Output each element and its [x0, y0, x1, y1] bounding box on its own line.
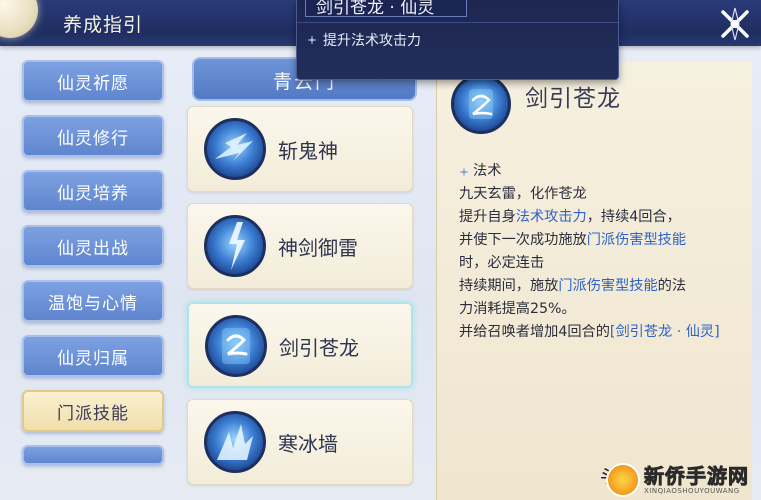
section-label: 法术 — [473, 163, 502, 179]
watermark-text: 新侨手游网 — [644, 464, 749, 488]
desc-line: 并给召唤者增加4回合的[剑引苍龙 · 仙灵] — [459, 324, 720, 340]
sidebar-item-label: 仙灵归属 — [57, 348, 129, 369]
site-watermark: 新侨手游网 XINQIAOSHOUYOUWANG — [606, 460, 761, 500]
sparkle-icon — [459, 166, 469, 177]
desc-line: 九天玄雷，化作苍龙 — [459, 186, 587, 202]
sidebar-item-sect-skills[interactable]: 门派技能 — [22, 390, 164, 432]
tooltip-item-label: 提升法术攻击力 — [323, 33, 421, 49]
moon-ornament — [0, 0, 38, 38]
watermark-subtext: XINQIAOSHOUYOUWANG — [644, 487, 740, 495]
skill-description: 法术 九天玄雷，化作苍龙 提升自身法术攻击力，持续4回合， 并使下一次成功施放门… — [459, 160, 751, 344]
watermark-logo-icon — [606, 463, 640, 497]
dragon-sigil-icon — [451, 74, 511, 134]
page-title: 养成指引 — [63, 14, 144, 36]
ice-wall-icon — [204, 411, 266, 473]
close-icon — [721, 7, 749, 41]
sidebar-item-label: 仙灵出战 — [57, 238, 129, 259]
tooltip-title-frame: 剑引苍龙 · 仙灵 — [305, 0, 467, 17]
dragon-sigil-icon — [205, 315, 267, 377]
desc-line: 时，必定连击 — [459, 255, 545, 271]
sidebar-item-more[interactable] — [22, 445, 164, 465]
sidebar-item-cultivate[interactable]: 仙灵培养 — [22, 170, 164, 212]
tooltip-title: 剑引苍龙 · 仙灵 — [316, 0, 435, 17]
sidebar-item-label: 仙灵修行 — [57, 128, 129, 149]
sidebar-item-mood[interactable]: 温饱与心情 — [22, 280, 164, 322]
sidebar-item-label: 温饱与心情 — [48, 293, 138, 314]
skill-card-zhanguishen[interactable]: 斩鬼神 — [187, 106, 413, 192]
keyword-highlight: 法术攻击力 — [515, 209, 587, 225]
sidebar-item-label: 仙灵培养 — [57, 183, 129, 204]
sidebar: 仙灵祈愿 仙灵修行 仙灵培养 仙灵出战 温饱与心情 仙灵归属 门派技能 — [10, 50, 180, 500]
skill-detail-panel: 剑引苍龙 法术 九天玄雷，化作苍龙 提升自身法术攻击力，持续4回合， 并使下一次… — [436, 62, 752, 500]
lightning-sword-icon — [204, 215, 266, 277]
sidebar-item-label: 仙灵祈愿 — [57, 73, 129, 94]
skill-card-hanbingqiang[interactable]: 寒冰墙 — [187, 399, 413, 485]
desc-line: 持续期间，施放门派伤害型技能的法 — [459, 278, 687, 294]
sidebar-item-label: 门派技能 — [57, 403, 129, 424]
desc-line: 并使下一次成功施放门派伤害型技能 — [459, 232, 687, 248]
sidebar-item-prayer[interactable]: 仙灵祈愿 — [22, 60, 164, 102]
sidebar-item-practice[interactable]: 仙灵修行 — [22, 115, 164, 157]
ghost-slash-icon — [204, 118, 266, 180]
sidebar-item-battle[interactable]: 仙灵出战 — [22, 225, 164, 267]
skill-tooltip: 剑引苍龙 · 仙灵 提升法术攻击力 — [296, 0, 619, 80]
desc-line: 力消耗提高25%。 — [459, 301, 576, 317]
skill-detail-name: 剑引苍龙 — [525, 86, 621, 112]
sidebar-item-ownership[interactable]: 仙灵归属 — [22, 335, 164, 377]
skill-name: 寒冰墙 — [278, 432, 338, 456]
skill-card-shenjianyulei[interactable]: 神剑御雷 — [187, 203, 413, 289]
section-heading: 法术 — [459, 160, 751, 183]
keyword-highlight: 门派伤害型技能 — [586, 232, 687, 248]
sparkle-icon — [307, 35, 317, 45]
keyword-highlight: [剑引苍龙 · 仙灵] — [609, 324, 720, 340]
skill-name: 剑引苍龙 — [279, 336, 359, 360]
tooltip-divider — [297, 22, 618, 23]
desc-line: 提升自身法术攻击力，持续4回合， — [459, 209, 681, 225]
keyword-highlight: 门派伤害型技能 — [558, 278, 658, 294]
tooltip-item: 提升法术攻击力 — [307, 30, 421, 50]
skill-name: 斩鬼神 — [278, 139, 338, 163]
skill-card-jianyincanglong[interactable]: 剑引苍龙 — [187, 302, 413, 388]
skill-name: 神剑御雷 — [278, 236, 358, 260]
close-button[interactable] — [715, 5, 755, 43]
